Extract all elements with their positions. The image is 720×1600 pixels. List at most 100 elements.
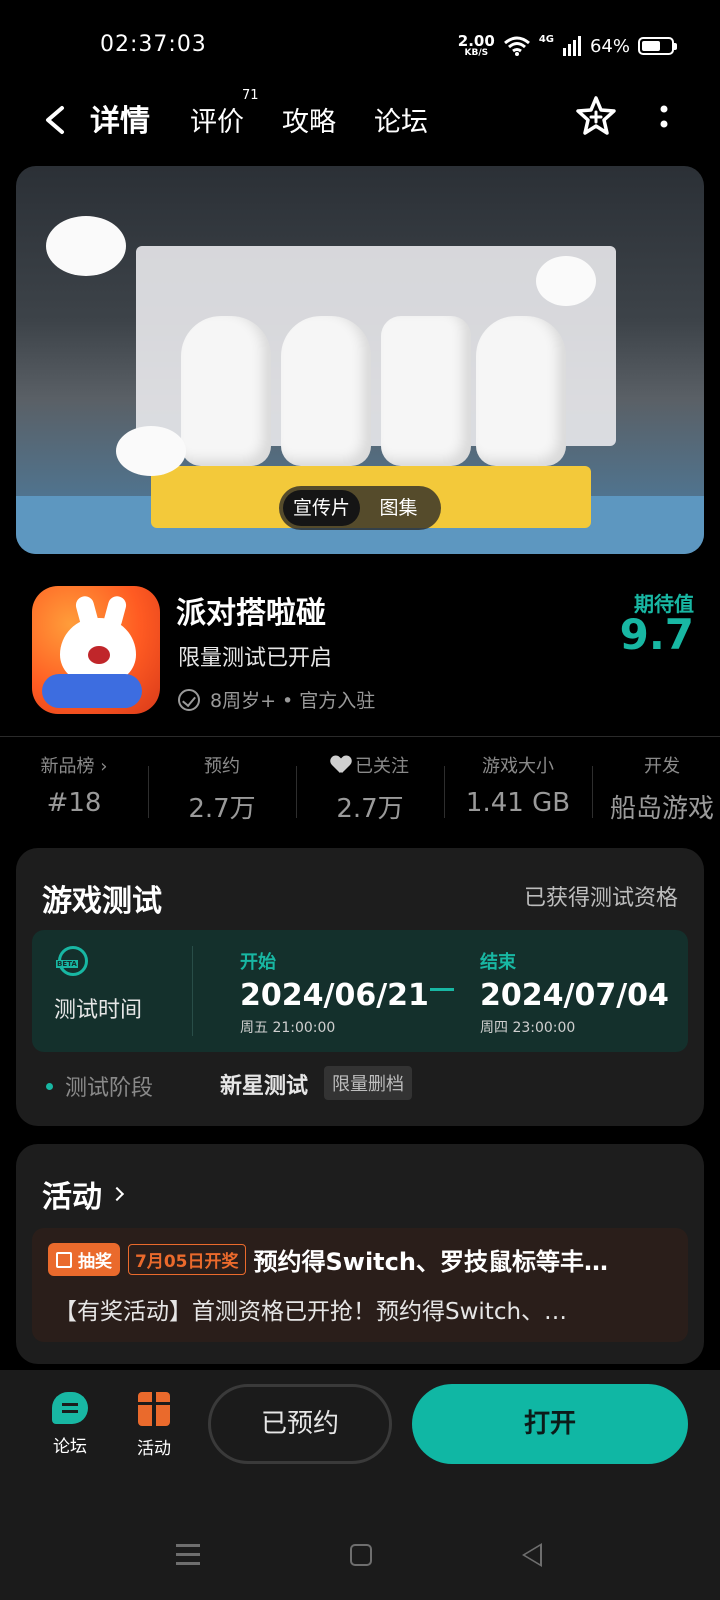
bullet-dot <box>46 1082 53 1090</box>
favorite-star-button[interactable] <box>574 94 618 138</box>
signal-icon <box>562 36 581 56</box>
activity-card: 活动 抽奖 7月05日开奖 预约得Switch、罗技鼠标等丰… 【有奖活动】首测… <box>16 1144 704 1364</box>
network-speed: 2.00 KB/S <box>458 34 495 58</box>
open-button[interactable]: 打开 <box>412 1384 688 1464</box>
gift-icon <box>56 1251 72 1268</box>
beta-clock-icon <box>56 946 88 976</box>
app-name: 派对搭啦碰 <box>176 596 326 631</box>
test-phase: 测试阶段 <box>46 1070 153 1102</box>
stat-value: #18 <box>46 788 102 818</box>
test-end-time: 周四 23:00:00 <box>480 1020 576 1036</box>
network-speed-value: 2.00 <box>457 32 495 50</box>
draw-date-tag: 7月05日开奖 <box>128 1244 246 1275</box>
banner-option-video[interactable]: 宣传片 <box>283 490 360 526</box>
test-start: 开始 2024/06/21 周五 21:00:00 <box>240 948 429 1037</box>
tab-details[interactable]: 详情 <box>88 96 152 140</box>
system-back-icon[interactable] <box>522 1543 542 1567</box>
banner-figure <box>476 316 566 466</box>
chevron-right-icon <box>109 1186 125 1202</box>
banner-figure <box>281 316 371 466</box>
stat-label: 游戏大小 <box>482 756 554 777</box>
stats-row: 新品榜 › #18 预约 2.7万 已关注 2.7万 游戏大小 1.41 GB … <box>0 752 720 824</box>
expectation-score: 9.7 <box>619 610 694 659</box>
stat-game-size: 游戏大小 1.41 GB <box>444 752 592 822</box>
tab-forum[interactable]: 论坛 <box>374 100 428 139</box>
tab-guide-label: 攻略 <box>282 107 336 138</box>
tab-reviews-label: 评价 <box>190 107 244 138</box>
top-nav: 详情 评价 71 攻略 论坛 <box>0 88 720 160</box>
activity-title: 活动 <box>42 1180 102 1215</box>
bottom-action-bar: 论坛 活动 已预约 打开 <box>0 1370 720 1600</box>
recent-apps-icon[interactable] <box>176 1544 200 1547</box>
stat-value: 船岛游戏 <box>609 794 714 822</box>
bottom-activity-label: 活动 <box>137 1439 171 1459</box>
signal-type-label: 4G <box>538 34 554 45</box>
activity-headline: 预约得Switch、罗技鼠标等丰… <box>253 1248 608 1276</box>
test-end: 结束 2024/07/04 周四 23:00:00 <box>480 948 669 1037</box>
test-end-date: 2024/07/04 <box>480 978 669 1013</box>
gift-icon <box>138 1392 170 1426</box>
battery-percent: 64% <box>589 35 630 57</box>
stat-value: 1.41 GB <box>465 788 571 818</box>
tab-reviews-count: 71 <box>242 88 259 103</box>
tab-guide[interactable]: 攻略 <box>282 100 336 139</box>
wifi-icon <box>503 36 530 56</box>
stat-label: 已关注 <box>355 756 409 777</box>
banner-cloud <box>536 256 596 306</box>
test-time-label: 测试时间 <box>54 998 143 1023</box>
app-meta-text: 8周岁+ • 官方入驻 <box>210 690 376 712</box>
status-bar: 02:37:03 2.00 KB/S 4G 64% <box>0 0 720 90</box>
bottom-forum-button[interactable]: 论坛 <box>40 1392 100 1457</box>
test-phase-value: 新星测试 <box>220 1074 309 1099</box>
lottery-tag-label: 抽奖 <box>78 1252 112 1272</box>
promo-banner[interactable]: 宣传片 图集 <box>16 166 704 554</box>
banner-option-gallery[interactable]: 图集 <box>360 490 437 526</box>
test-phase-tag: 限量删档 <box>324 1066 412 1100</box>
tab-forum-label: 论坛 <box>374 107 428 138</box>
tab-details-label: 详情 <box>90 104 150 139</box>
stat-label: 新品榜 › <box>40 756 108 777</box>
test-start-date: 2024/06/21 <box>240 978 429 1013</box>
game-test-title: 游戏测试 <box>42 884 162 919</box>
status-time: 02:37:03 <box>100 32 207 57</box>
network-speed-unit: KB/S <box>464 48 489 58</box>
verified-check-icon <box>178 688 200 711</box>
banner-figure <box>381 316 471 466</box>
home-icon[interactable] <box>350 1544 372 1566</box>
test-start-time: 周五 21:00:00 <box>240 1020 336 1036</box>
banner-cloud <box>116 426 186 476</box>
test-end-label: 结束 <box>480 952 516 973</box>
stat-label: 预约 <box>204 756 240 777</box>
stat-label: 开发 <box>644 756 680 777</box>
banner-figure <box>181 316 271 466</box>
test-time-box: 测试时间 开始 2024/06/21 周五 21:00:00 结束 2024/0… <box>32 930 688 1052</box>
app-meta: 8周岁+ • 官方入驻 <box>178 686 375 713</box>
activity-item[interactable]: 抽奖 7月05日开奖 预约得Switch、罗技鼠标等丰… 【有奖活动】首测资格已… <box>32 1228 688 1342</box>
activity-header[interactable]: 活动 <box>42 1172 125 1216</box>
game-test-card: 游戏测试 已获得测试资格 测试时间 开始 2024/06/21 周五 21:00… <box>16 848 704 1126</box>
bottom-activity-button[interactable]: 活动 <box>124 1392 184 1459</box>
status-icons: 2.00 KB/S 4G 64% <box>458 34 677 58</box>
heart-icon <box>331 756 351 774</box>
date-range-dash <box>430 988 454 991</box>
banner-cloud <box>46 216 126 276</box>
stat-reservations: 预约 2.7万 <box>148 752 296 824</box>
back-button[interactable] <box>36 100 76 140</box>
lottery-tag: 抽奖 <box>48 1243 120 1276</box>
stat-value: 2.7万 <box>188 794 256 824</box>
more-options-icon[interactable] <box>648 102 680 134</box>
app-subtitle: 限量测试已开启 <box>178 646 333 671</box>
stat-developer[interactable]: 开发 船岛游戏 <box>592 752 720 822</box>
app-icon <box>32 586 160 714</box>
banner-media-switch: 宣传片 图集 <box>279 486 441 530</box>
test-phase-label: 测试阶段 <box>65 1076 154 1101</box>
reserved-button[interactable]: 已预约 <box>208 1384 392 1464</box>
tab-reviews[interactable]: 评价 71 <box>190 88 259 139</box>
test-start-label: 开始 <box>240 952 276 973</box>
activity-description: 【有奖活动】首测资格已开抢！预约得Switch、… <box>54 1299 568 1325</box>
test-qualification-status: 已获得测试资格 <box>523 886 678 911</box>
chat-bubble-icon <box>52 1392 88 1424</box>
stat-following[interactable]: 已关注 2.7万 <box>296 752 444 824</box>
stat-value: 2.7万 <box>336 794 404 824</box>
stat-new-rank[interactable]: 新品榜 › #18 <box>0 752 148 822</box>
